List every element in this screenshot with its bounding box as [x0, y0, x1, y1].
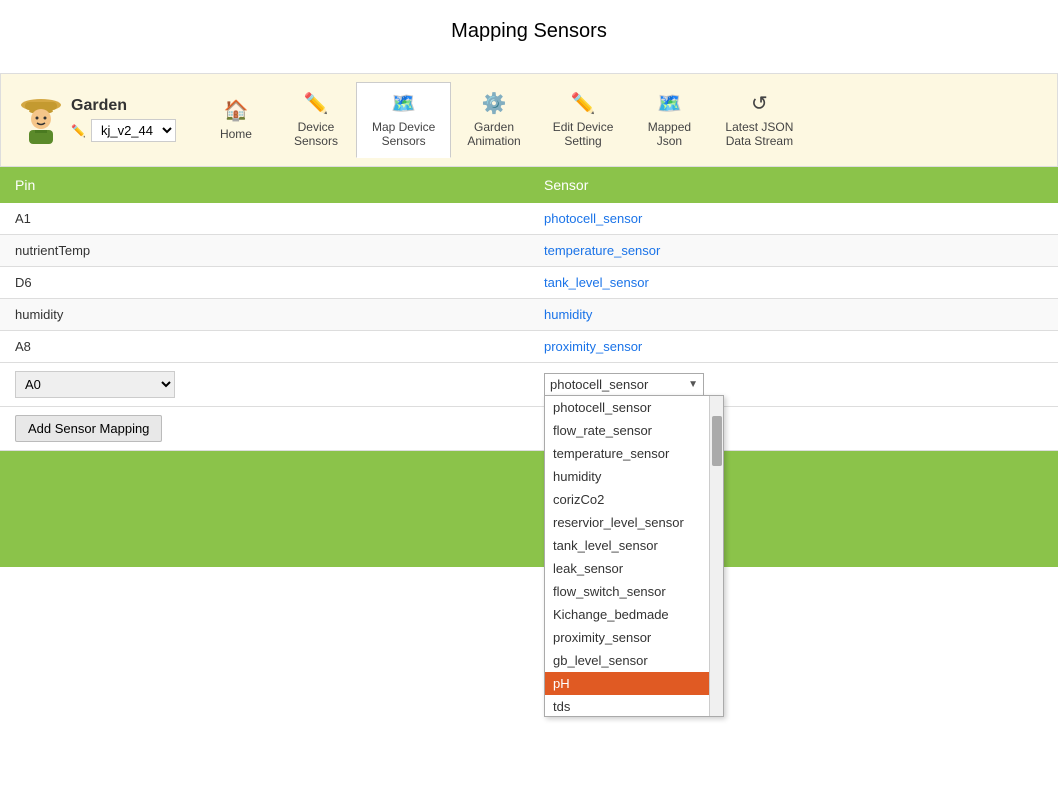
garden-name: Garden — [71, 97, 176, 115]
pin-select-cell: A0A1A2A8D6nutrientTemphumidity — [0, 362, 529, 406]
sensor-cell: proximity_sensor — [529, 330, 1058, 362]
edit-device-icon: ✏️ — [71, 124, 86, 138]
dropdown-item[interactable]: proximity_sensor — [545, 626, 709, 649]
sensor-dropdown: photocell_sensorflow_rate_sensortemperat… — [544, 395, 724, 717]
dropdown-item[interactable]: pH — [545, 672, 709, 695]
table-row: A1 photocell_sensor — [0, 203, 1058, 235]
add-sensor-mapping-button[interactable]: Add Sensor Mapping — [15, 415, 162, 442]
sensor-link[interactable]: humidity — [544, 307, 592, 322]
nav-item-garden-animation[interactable]: ⚙️ GardenAnimation — [451, 82, 536, 158]
nav-label-latest-json: Latest JSONData Stream — [725, 120, 793, 149]
sensor-cell: photocell_sensor — [529, 203, 1058, 235]
pin-header: Pin — [0, 167, 529, 203]
dropdown-item[interactable]: tank_level_sensor — [545, 534, 709, 557]
pin-cell: nutrientTemp — [0, 234, 529, 266]
sensor-cell: humidity — [529, 298, 1058, 330]
sensor-select-cell: photocell_sensor▼photocell_sensorflow_ra… — [529, 362, 1058, 406]
sensor-header: Sensor — [529, 167, 1058, 203]
sensor-select-value: photocell_sensor — [550, 377, 648, 392]
pin-cell: D6 — [0, 266, 529, 298]
nav-item-edit-device-setting[interactable]: ✏️ Edit DeviceSetting — [537, 82, 630, 158]
add-button-cell: Add Sensor Mapping — [0, 406, 1058, 450]
garden-info: Garden ✏️ kj_v2_44 — [71, 97, 176, 142]
nav-items: 🏠 Home ✏️ DeviceSensors 🗺️ Map DeviceSen… — [196, 82, 1047, 158]
pin-select[interactable]: A0A1A2A8D6nutrientTemphumidity — [15, 371, 175, 398]
dropdown-item[interactable]: corizCo2 — [545, 488, 709, 511]
map-device-icon: 🗺️ — [391, 91, 416, 116]
nav-item-device-sensors[interactable]: ✏️ DeviceSensors — [276, 82, 356, 158]
pin-cell: A1 — [0, 203, 529, 235]
nav-item-home[interactable]: 🏠 Home — [196, 82, 276, 158]
sensor-link[interactable]: temperature_sensor — [544, 243, 660, 258]
mapping-table-container: Pin Sensor A1 photocell_sensor nutrientTem… — [0, 167, 1058, 451]
latest-json-icon: ↺ — [751, 91, 768, 116]
nav-label-home: Home — [220, 127, 252, 141]
dropdown-item[interactable]: photocell_sensor — [545, 396, 709, 419]
content-area: Pin Sensor A1 photocell_sensor nutrientTem… — [0, 167, 1058, 567]
sensor-link[interactable]: proximity_sensor — [544, 339, 642, 354]
mapping-table: Pin Sensor A1 photocell_sensor nutrientTem… — [0, 167, 1058, 451]
nav-item-latest-json[interactable]: ↺ Latest JSONData Stream — [709, 82, 809, 158]
dropdown-item[interactable]: Kichange_bedmade — [545, 603, 709, 626]
table-row: A8 proximity_sensor — [0, 330, 1058, 362]
sensor-cell: temperature_sensor — [529, 234, 1058, 266]
garden-animation-icon: ⚙️ — [482, 91, 507, 116]
edit-device-setting-icon: ✏️ — [571, 91, 596, 116]
sensor-link[interactable]: tank_level_sensor — [544, 275, 649, 290]
dropdown-item[interactable]: humidity — [545, 465, 709, 488]
table-header-row: Pin Sensor — [0, 167, 1058, 203]
nav-item-map-device-sensors[interactable]: 🗺️ Map DeviceSensors — [356, 82, 451, 158]
sensor-dropdown-arrow: ▼ — [688, 379, 698, 390]
page-title: Mapping Sensors — [0, 0, 1058, 73]
table-row: humidity humidity — [0, 298, 1058, 330]
device-sensors-icon: ✏️ — [304, 91, 329, 116]
dropdown-item[interactable]: gb_level_sensor — [545, 649, 709, 672]
table-row: nutrientTemp temperature_sensor — [0, 234, 1058, 266]
sensor-link[interactable]: photocell_sensor — [544, 211, 642, 226]
sensor-cell: tank_level_sensor — [529, 266, 1058, 298]
nav-label-mapped-json: MappedJson — [648, 120, 691, 149]
dropdown-item[interactable]: leak_sensor — [545, 557, 709, 580]
nav-label-garden-animation: GardenAnimation — [467, 120, 520, 149]
pin-cell: humidity — [0, 298, 529, 330]
dropdown-item[interactable]: tds — [545, 695, 709, 716]
nav-item-mapped-json[interactable]: 🗺️ MappedJson — [629, 82, 709, 158]
table-row: D6 tank_level_sensor — [0, 266, 1058, 298]
mapped-json-icon: 🗺️ — [657, 91, 682, 116]
home-icon: 🏠 — [224, 98, 249, 123]
add-mapping-row: Add Sensor Mapping — [0, 406, 1058, 450]
avatar — [11, 87, 71, 152]
nav-bar: Garden ✏️ kj_v2_44 🏠 Home ✏️ DeviceSenso… — [0, 73, 1058, 167]
dropdown-item[interactable]: flow_rate_sensor — [545, 419, 709, 442]
device-select[interactable]: kj_v2_44 — [91, 119, 176, 142]
dropdown-item[interactable]: flow_switch_sensor — [545, 580, 709, 603]
new-mapping-row: A0A1A2A8D6nutrientTemphumidity photocell_… — [0, 362, 1058, 406]
dropdown-item[interactable]: temperature_sensor — [545, 442, 709, 465]
nav-label-device-sensors: DeviceSensors — [294, 120, 338, 149]
nav-label-edit-device-setting: Edit DeviceSetting — [553, 120, 614, 149]
pin-cell: A8 — [0, 330, 529, 362]
dropdown-item[interactable]: reservior_level_sensor — [545, 511, 709, 534]
nav-label-map-device-sensors: Map DeviceSensors — [372, 120, 435, 149]
